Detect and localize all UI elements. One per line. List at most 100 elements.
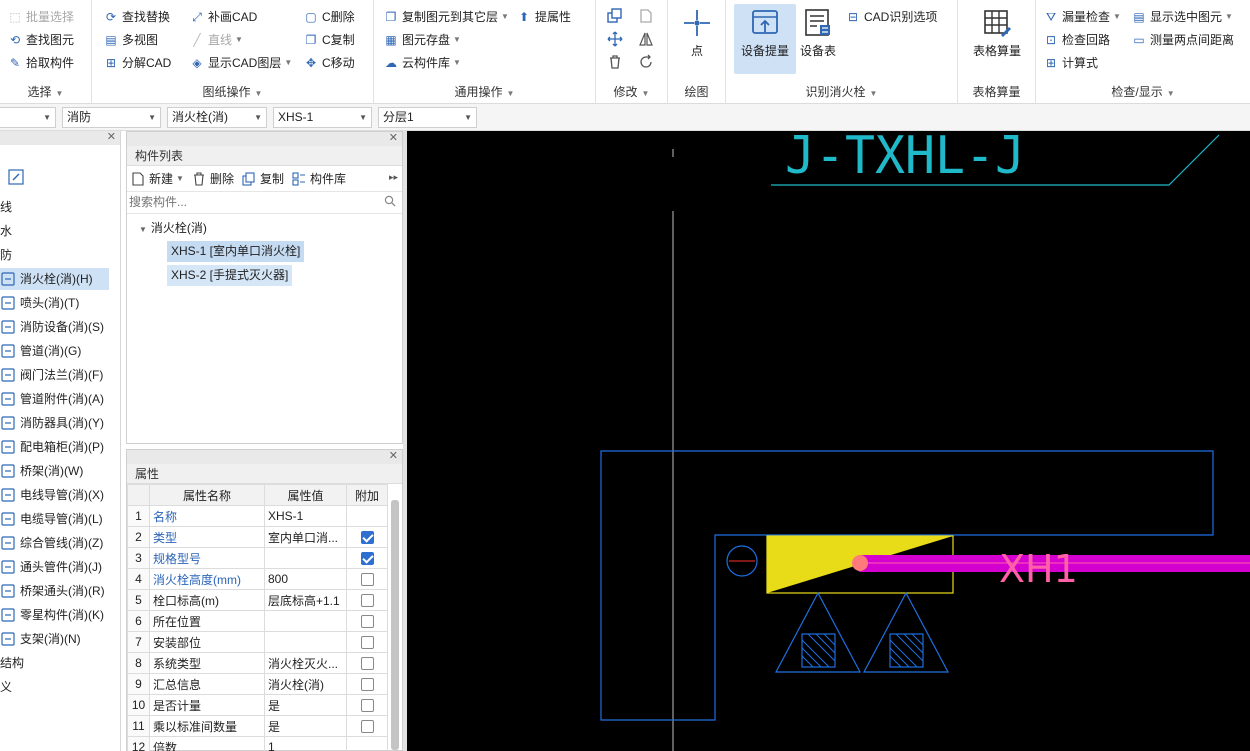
c-delete-button[interactable]: ▢ C删除 bbox=[304, 7, 354, 27]
mirror-icon[interactable] bbox=[638, 31, 654, 47]
nav-fragment[interactable]: 义 bbox=[0, 676, 12, 698]
property-row[interactable]: 6 所在位置 bbox=[127, 610, 388, 632]
component-select[interactable]: XHS-1 ▼ bbox=[273, 107, 372, 128]
tree-item-xhs-2[interactable]: XHS-2 [手提式灭火器] bbox=[167, 265, 293, 286]
c-copy-button[interactable]: ❐ C复制 bbox=[304, 30, 355, 50]
nav-fragment[interactable]: 线 bbox=[0, 196, 12, 218]
attach-checkbox[interactable] bbox=[360, 678, 374, 692]
property-row[interactable]: 5 栓口标高(m) 层底标高+1.1 bbox=[127, 589, 388, 611]
cad-identify-options-button[interactable]: ⊟ CAD识别选项 bbox=[846, 7, 937, 27]
caret-down-icon[interactable]: ▼ bbox=[139, 225, 147, 234]
rotate-copy-icon[interactable] bbox=[638, 8, 654, 24]
property-value[interactable] bbox=[264, 610, 347, 632]
property-value[interactable]: 1 bbox=[264, 736, 347, 751]
property-value[interactable]: 800 bbox=[264, 568, 347, 590]
property-row[interactable]: 2 类型 室内单口消... bbox=[127, 526, 388, 548]
attach-checkbox[interactable] bbox=[360, 615, 374, 629]
attach-checkbox[interactable] bbox=[360, 657, 374, 671]
nav-item-6[interactable]: 消防器具(消)(Y) bbox=[0, 412, 104, 434]
missing-check-button[interactable]: ⛛ 漏量检查 ▼ bbox=[1044, 7, 1121, 27]
formula-button[interactable]: ⊞ 计算式 bbox=[1044, 53, 1098, 73]
explode-cad-button[interactable]: ⊞ 分解CAD bbox=[104, 53, 171, 73]
equipment-extract-button[interactable]: 设备提量 bbox=[734, 4, 796, 74]
property-value[interactable]: 消火栓(消) bbox=[264, 673, 347, 695]
component-library-button[interactable]: 构件库 bbox=[292, 170, 346, 187]
check-display-group-label[interactable]: 检查/显示 ▼ bbox=[1036, 83, 1250, 100]
property-value[interactable]: 消火栓灭火... bbox=[264, 652, 347, 674]
nav-item-15[interactable]: 支架(消)(N) bbox=[0, 628, 81, 650]
property-value[interactable]: 是 bbox=[264, 715, 347, 737]
nav-item-12[interactable]: 通头管件(消)(J) bbox=[0, 556, 102, 578]
copy-to-layer-button[interactable]: ❐ 复制图元到其它层 ▼ bbox=[384, 7, 509, 27]
property-row[interactable]: 4 消火栓高度(mm) 800 bbox=[127, 568, 388, 590]
property-row[interactable]: 8 系统类型 消火栓灭火... bbox=[127, 652, 388, 674]
find-element-button[interactable]: ⟲ 查找图元 bbox=[8, 30, 74, 50]
property-row[interactable]: 3 规格型号 bbox=[127, 547, 388, 569]
floor-select[interactable]: ▼ bbox=[0, 107, 56, 128]
nav-item-0[interactable]: 消火栓(消)(H) bbox=[0, 268, 109, 290]
nav-item-8[interactable]: 桥架(消)(W) bbox=[0, 460, 83, 482]
scrollbar-thumb[interactable] bbox=[391, 500, 399, 750]
equipment-table-button[interactable]: 设备表 bbox=[796, 4, 840, 74]
property-value[interactable]: 室内单口消... bbox=[264, 526, 347, 548]
cad-drawing[interactable]: J-TXHL-J XH1 bbox=[407, 131, 1250, 751]
new-button[interactable]: 新建 ▼ bbox=[131, 170, 184, 187]
cad-canvas[interactable]: J-TXHL-J XH1 bbox=[407, 131, 1250, 751]
redraw-cad-button[interactable]: ⤢ 补画CAD bbox=[190, 7, 257, 27]
show-cad-layers-button[interactable]: ◈ 显示CAD图层 ▼ bbox=[190, 53, 292, 73]
point-button[interactable]: 点 bbox=[668, 4, 726, 74]
copy-button[interactable]: 复制 bbox=[242, 170, 284, 187]
check-loop-button[interactable]: ⊡ 检查回路 bbox=[1044, 30, 1110, 50]
nav-item-13[interactable]: 桥架通头(消)(R) bbox=[0, 580, 105, 602]
property-value[interactable] bbox=[264, 547, 347, 569]
properties-scrollbar[interactable] bbox=[391, 500, 399, 750]
nav-item-5[interactable]: 管道附件(消)(A) bbox=[0, 388, 104, 410]
nav-fragment[interactable]: 水 bbox=[0, 220, 12, 242]
nav-item-3[interactable]: 管道(消)(G) bbox=[0, 340, 81, 362]
nav-item-4[interactable]: 阀门法兰(消)(F) bbox=[0, 364, 103, 386]
save-elements-button[interactable]: ▦ 图元存盘 ▼ bbox=[384, 30, 461, 50]
nav-item-14[interactable]: 零星构件(消)(K) bbox=[0, 604, 104, 626]
tree-root-node[interactable]: ▼ 消火栓(消) bbox=[139, 218, 207, 238]
pipe-endpoint[interactable] bbox=[852, 555, 868, 571]
tree-item-xhs-1[interactable]: XHS-1 [室内单口消火栓] bbox=[167, 241, 305, 262]
property-row[interactable]: 11 乘以标准间数量是 bbox=[127, 715, 388, 737]
delete-button[interactable]: 删除 bbox=[192, 170, 234, 187]
attach-checkbox[interactable] bbox=[360, 594, 374, 608]
nav-item-1[interactable]: 喷头(消)(T) bbox=[0, 292, 79, 314]
property-row[interactable]: 9 汇总信息 消火栓(消) bbox=[127, 673, 388, 695]
nav-fragment[interactable]: 结构 bbox=[0, 652, 24, 674]
nav-item-10[interactable]: 电缆导管(消)(L) bbox=[0, 508, 103, 530]
more-icon[interactable]: ▸▸ bbox=[389, 172, 398, 183]
pick-component-button[interactable]: ✎ 拾取构件 bbox=[8, 53, 74, 73]
property-value[interactable]: XHS-1 bbox=[264, 505, 347, 527]
batch-select-button[interactable]: ⬚ 批量选择 bbox=[8, 7, 74, 27]
nav-item-9[interactable]: 电线导管(消)(X) bbox=[0, 484, 104, 506]
property-value[interactable]: 层底标高+1.1 bbox=[264, 589, 347, 611]
extract-properties-button[interactable]: ⬆ 提属性 bbox=[517, 7, 571, 27]
nav-item-2[interactable]: 消防设备(消)(S) bbox=[0, 316, 104, 338]
component-search-input[interactable] bbox=[127, 192, 367, 212]
property-row[interactable]: 1 名称 XHS-1 bbox=[127, 505, 388, 527]
show-selected-button[interactable]: ▤ 显示选中图元 ▼ bbox=[1132, 7, 1233, 27]
attach-checkbox[interactable] bbox=[360, 573, 374, 587]
modify-group-label[interactable]: 修改 ▼ bbox=[596, 83, 667, 100]
property-row[interactable]: 12 倍数 1 bbox=[127, 736, 388, 751]
nav-fragment[interactable]: 防 bbox=[0, 244, 12, 266]
discipline-select[interactable]: 消防 ▼ bbox=[62, 107, 161, 128]
attach-checkbox[interactable] bbox=[360, 720, 374, 734]
attach-checkbox[interactable] bbox=[360, 552, 374, 566]
rotate-icon[interactable] bbox=[638, 54, 654, 70]
select-group-label[interactable]: 选择 ▼ bbox=[0, 83, 91, 100]
nav-item-7[interactable]: 配电箱柜(消)(P) bbox=[0, 436, 104, 458]
cloud-library-button[interactable]: ☁ 云构件库 ▼ bbox=[384, 53, 461, 73]
nav-item-11[interactable]: 综合管线(消)(Z) bbox=[0, 532, 103, 554]
delete-icon[interactable] bbox=[607, 54, 623, 70]
property-value[interactable] bbox=[264, 631, 347, 653]
search-icon[interactable] bbox=[384, 195, 396, 207]
attach-checkbox[interactable] bbox=[360, 531, 374, 545]
close-icon[interactable]: ✕ bbox=[107, 130, 116, 143]
multi-view-button[interactable]: ▤ 多视图 bbox=[104, 30, 158, 50]
c-move-button[interactable]: ✥ C移动 bbox=[304, 53, 355, 73]
close-icon[interactable]: ✕ bbox=[389, 449, 398, 462]
